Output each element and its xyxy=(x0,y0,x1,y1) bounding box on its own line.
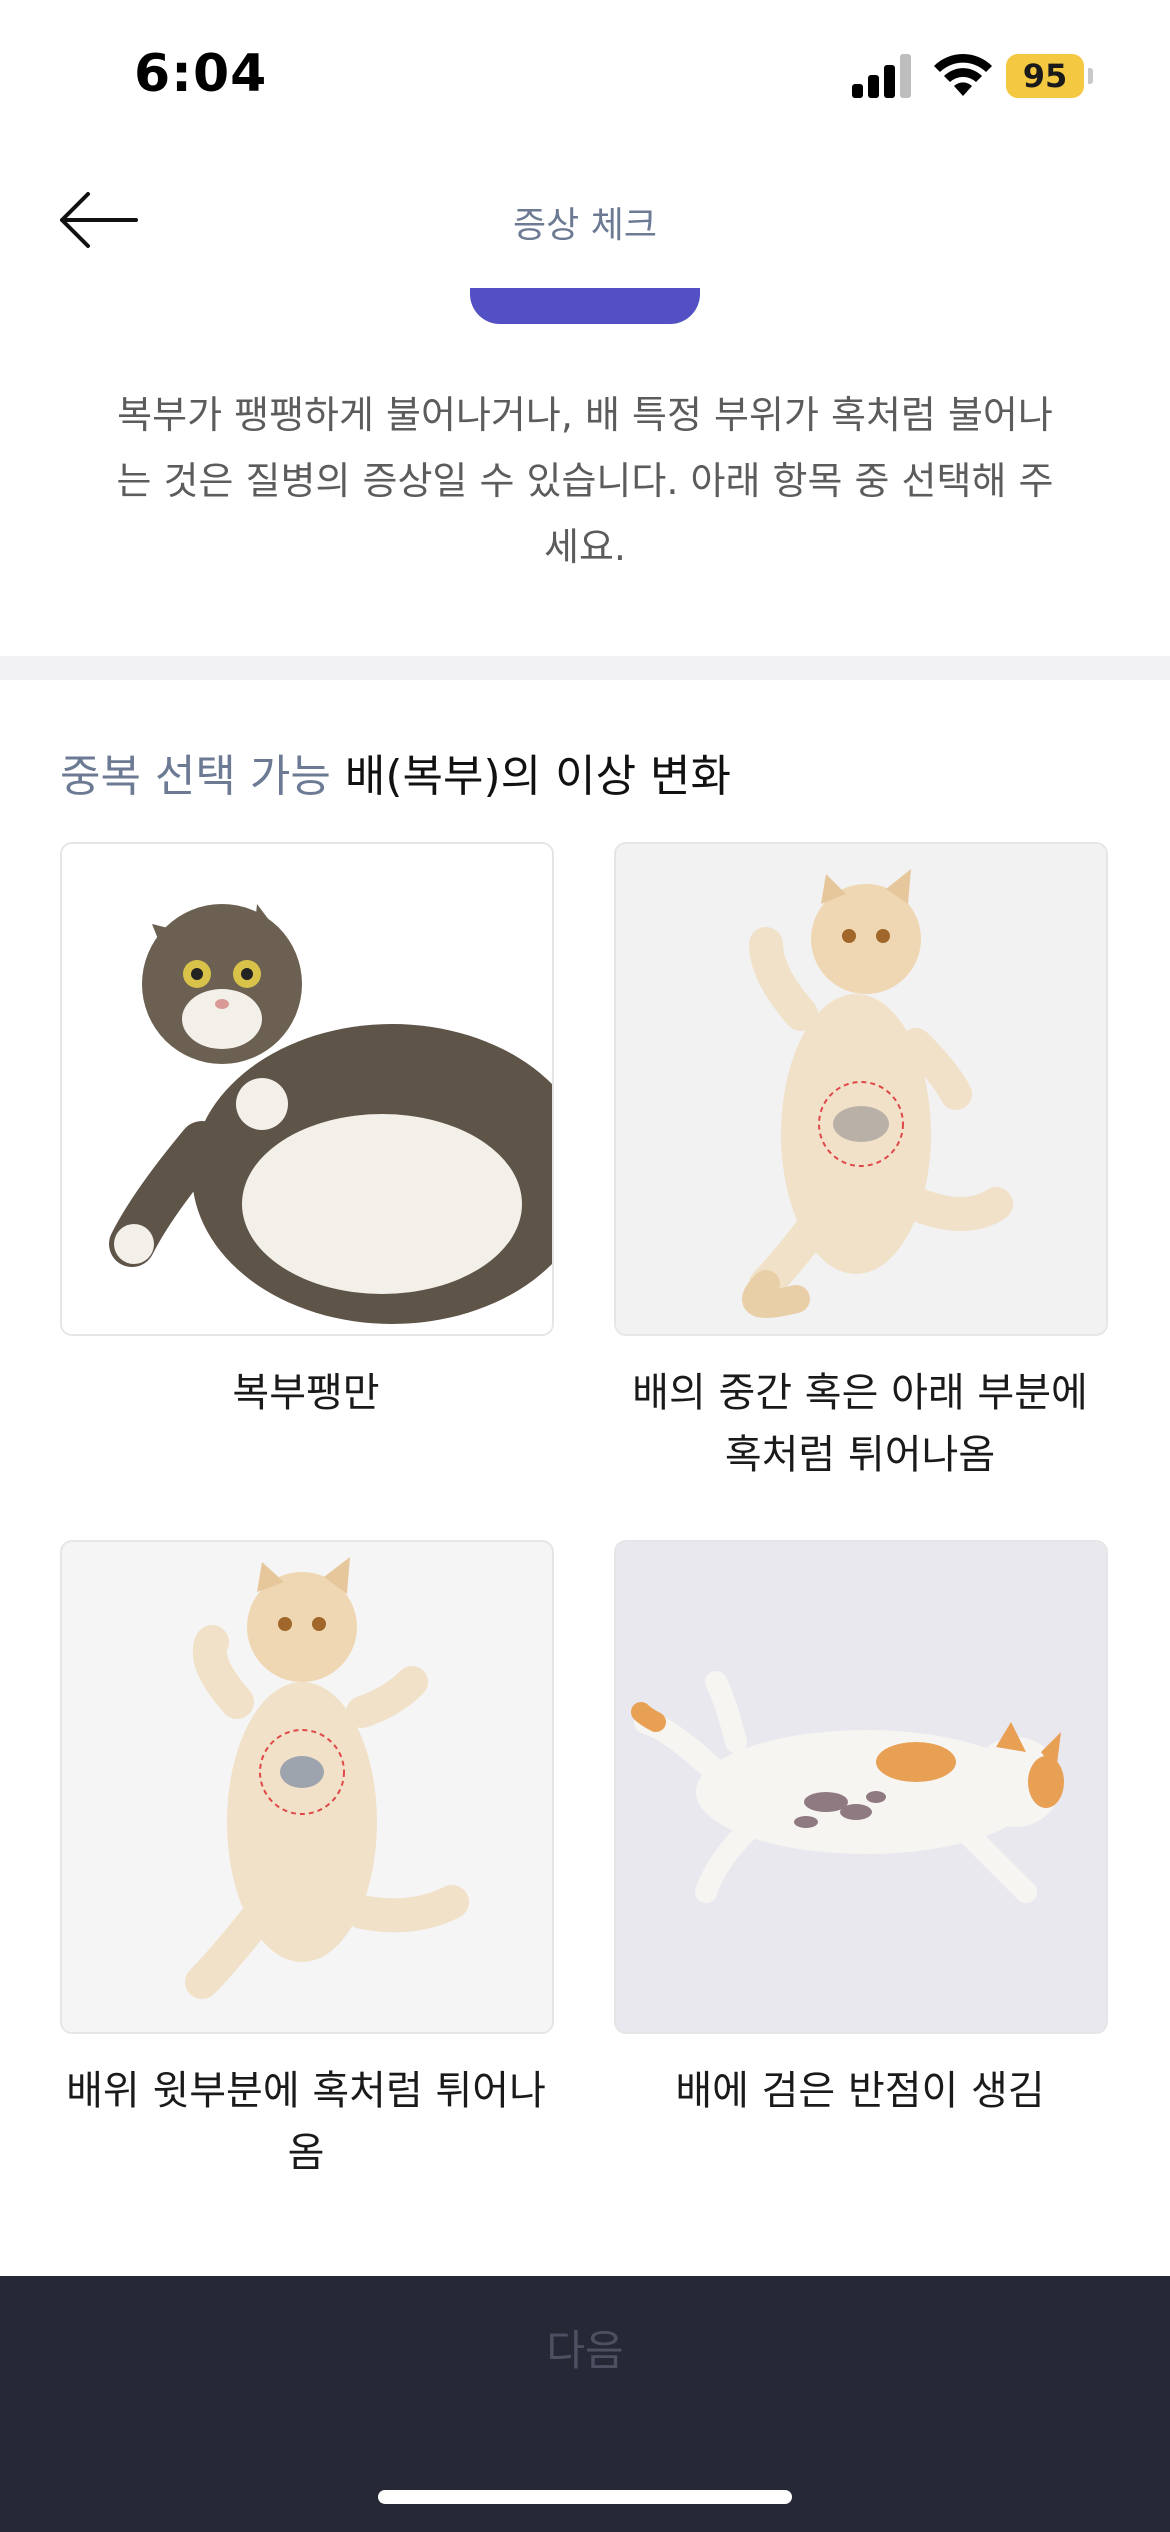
next-button[interactable]: 다음 xyxy=(0,2276,1170,2426)
wifi-icon xyxy=(934,53,992,96)
option-card-lower-lump[interactable]: 배의 중간 혹은 아래 부분에 혹처럼 튀어나옴 xyxy=(614,842,1108,1486)
option-card-black-spots[interactable]: 배에 검은 반점이 생김 xyxy=(614,1540,1108,2122)
option-label: 배의 중간 혹은 아래 부분에 혹처럼 튀어나옴 xyxy=(632,1370,1088,1478)
multi-select-tag: 중복 선택 가능 xyxy=(60,751,331,802)
status-time: 6:04 xyxy=(134,44,268,104)
option-label: 배에 검은 반점이 생김 xyxy=(675,2068,1045,2114)
status-bar: 6:04 95 xyxy=(0,0,1170,150)
option-card-upper-lump[interactable]: 배위 윗부분에 혹처럼 튀어나옴 xyxy=(60,1540,554,2184)
page-title: 증상 체크 xyxy=(513,205,657,246)
progress-indicator xyxy=(470,288,700,324)
cat-upper-belly-lump-photo xyxy=(60,1540,554,2034)
battery-level: 95 xyxy=(1022,57,1068,95)
section-heading: 중복 선택 가능 배(복부)의 이상 변화 xyxy=(60,740,731,804)
battery-icon: 95 xyxy=(1006,54,1093,98)
option-card-bloated[interactable]: 복부팽만 xyxy=(60,842,554,1424)
cat-lower-belly-lump-photo xyxy=(614,842,1108,1336)
section-divider xyxy=(0,656,1170,680)
option-label: 복부팽만 xyxy=(232,1370,380,1416)
home-indicator[interactable] xyxy=(378,2490,792,2504)
cat-black-spots-belly-photo xyxy=(614,1540,1108,2034)
description-text: 복부가 팽팽하게 불어나거나, 배 특정 부위가 혹처럼 불어나는 것은 질병의… xyxy=(116,393,1054,569)
option-label: 배위 윗부분에 혹처럼 튀어나옴 xyxy=(66,2068,546,2176)
signal-icon xyxy=(852,54,911,98)
section-title: 배(복부)의 이상 변화 xyxy=(344,751,732,802)
bloated-belly-cat-photo xyxy=(60,842,554,1336)
